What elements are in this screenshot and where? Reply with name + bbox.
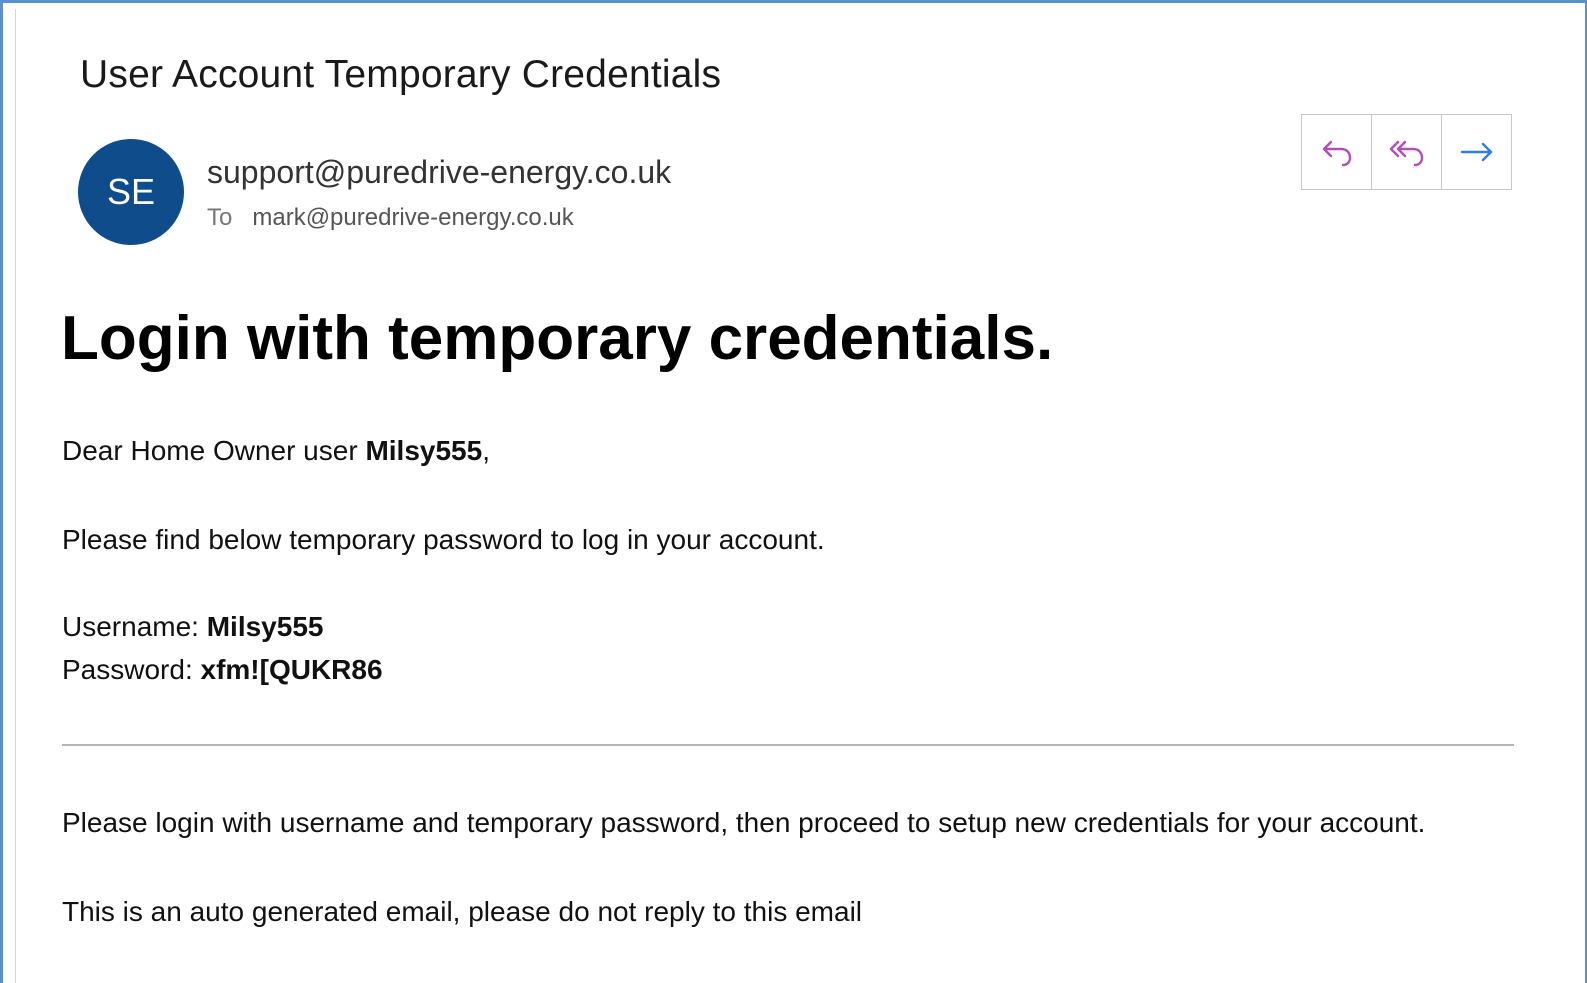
- password-label: Password:: [62, 654, 201, 685]
- recipient-address[interactable]: mark@puredrive-energy.co.uk: [252, 204, 573, 231]
- forward-button[interactable]: [1442, 115, 1511, 189]
- to-label: To: [207, 204, 233, 231]
- greeting-suffix: ,: [482, 435, 490, 466]
- reply-all-icon: [1389, 140, 1423, 167]
- sender-avatar[interactable]: SE: [78, 139, 184, 245]
- password-value: xfm![QUKR86: [200, 654, 383, 685]
- window-edge-line: [15, 9, 16, 983]
- greeting-prefix: Dear Home Owner user: [62, 435, 366, 466]
- recipient-line: To mark@puredrive-energy.co.uk: [207, 204, 574, 232]
- username-line: Username: Milsy555: [62, 611, 323, 643]
- password-line: Password: xfm![QUKR86: [62, 654, 383, 686]
- instruction-text: Please find below temporary password to …: [62, 524, 825, 555]
- section-divider: [62, 744, 1514, 746]
- username-label: Username:: [62, 611, 207, 642]
- message-actions: [1301, 114, 1512, 190]
- reply-all-button[interactable]: [1372, 115, 1442, 189]
- username-value: Milsy555: [206, 611, 324, 642]
- greeting-username: Milsy555: [365, 435, 483, 466]
- email-window: User Account Temporary Credentials SE su…: [0, 0, 1587, 983]
- forward-icon: [1460, 142, 1492, 162]
- reply-icon: [1322, 140, 1351, 167]
- email-headline: Login with temporary credentials.: [61, 304, 1054, 373]
- greeting: Dear Home Owner user Milsy555,: [62, 435, 490, 467]
- email-subject: User Account Temporary Credentials: [80, 53, 722, 96]
- avatar-initials: SE: [106, 171, 156, 212]
- auto-generated-note: This is an auto generated email, please …: [62, 896, 863, 927]
- setup-note: Please login with username and temporary…: [62, 807, 1426, 838]
- reply-button[interactable]: [1302, 115, 1372, 189]
- sender-address[interactable]: support@puredrive-energy.co.uk: [207, 154, 671, 191]
